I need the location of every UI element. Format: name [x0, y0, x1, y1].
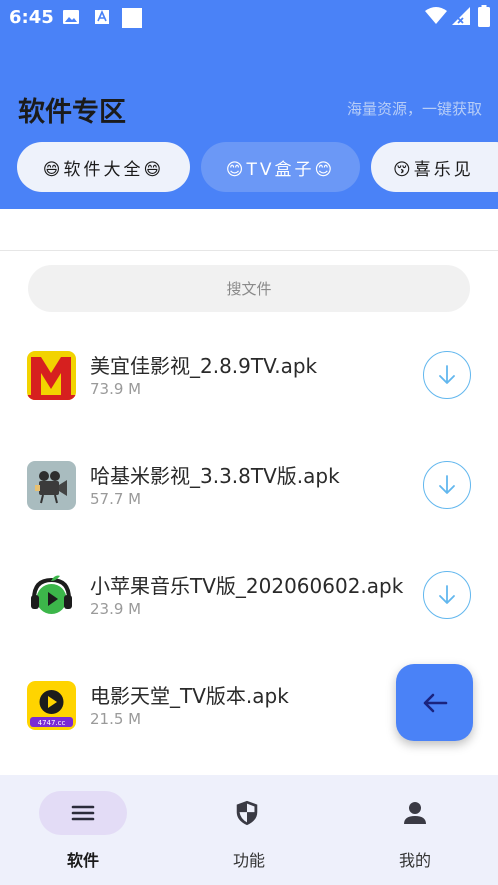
- category-chips: 😄软件大全😄 😊TV盒子😊 😚喜乐见: [0, 142, 498, 194]
- search-input[interactable]: 搜文件: [28, 265, 470, 312]
- app-icon-dianyingtiantang: 4747.cc: [27, 681, 76, 730]
- arrow-down-icon: [439, 475, 455, 494]
- app-icon-hajimi: [27, 461, 76, 510]
- wifi-icon: [425, 7, 447, 24]
- back-fab[interactable]: [396, 664, 473, 741]
- nav-label: 软件: [66, 851, 99, 870]
- file-size: 23.9 M: [90, 600, 142, 618]
- download-button[interactable]: [423, 461, 471, 509]
- list-item[interactable]: 小苹果音乐TV版_202060602.apk 23.9 M: [0, 546, 498, 646]
- file-name: 美宜佳影视_2.8.9TV.apk: [90, 354, 318, 378]
- file-name: 小苹果音乐TV版_202060602.apk: [90, 574, 404, 598]
- person-icon: [404, 802, 426, 824]
- chip-xilejian[interactable]: 😚喜乐见: [371, 142, 498, 192]
- file-size: 57.7 M: [90, 490, 142, 508]
- download-button[interactable]: [423, 571, 471, 619]
- file-size: 21.5 M: [90, 710, 142, 728]
- bottom-nav: 软件 功能 我的: [0, 775, 498, 885]
- nav-item-mine[interactable]: 我的: [332, 775, 498, 885]
- file-name: 哈基米影视_3.3.8TV版.apk: [90, 464, 340, 488]
- icon-caption: 4747.cc: [38, 719, 66, 727]
- download-button[interactable]: [423, 351, 471, 399]
- chip-software-collection[interactable]: 😄软件大全😄: [17, 142, 190, 192]
- list-item[interactable]: 美宜佳影视_2.8.9TV.apk 73.9 M: [0, 326, 498, 426]
- nav-label: 我的: [398, 851, 431, 870]
- nav-item-software[interactable]: 软件: [0, 775, 166, 885]
- arrow-down-icon: [439, 585, 455, 604]
- page-subtitle: 海量资源，一键获取: [346, 100, 482, 118]
- list-item[interactable]: 哈基米影视_3.3.8TV版.apk 57.7 M: [0, 436, 498, 536]
- page-title: 软件专区: [18, 97, 126, 128]
- header: 6:45 软件专区 海量资源，一键获取 😄软件大全😄 😊TV盒子😊 😚喜乐见: [0, 0, 498, 209]
- shield-icon: [236, 800, 258, 826]
- app-icon-meiyijia: [27, 351, 76, 400]
- square-notification-icon: [122, 8, 142, 28]
- chip-tv-box[interactable]: 😊TV盒子😊: [201, 142, 360, 192]
- divider: [0, 250, 498, 251]
- app-icon-xiaopingguo: [27, 571, 76, 620]
- nav-label: 功能: [232, 851, 265, 870]
- status-bar: 6:45: [0, 0, 498, 34]
- status-time: 6:45: [9, 7, 54, 28]
- file-name: 电影天堂_TV版本.apk: [90, 684, 289, 708]
- signal-icon: [452, 7, 470, 25]
- battery-icon: [478, 5, 490, 27]
- nav-item-features[interactable]: 功能: [166, 775, 332, 885]
- font-notification-icon: [95, 10, 109, 24]
- file-size: 73.9 M: [90, 380, 142, 398]
- arrow-down-icon: [439, 365, 455, 384]
- image-notification-icon: [63, 10, 79, 24]
- arrow-left-icon: [423, 693, 447, 712]
- menu-icon: [71, 805, 95, 821]
